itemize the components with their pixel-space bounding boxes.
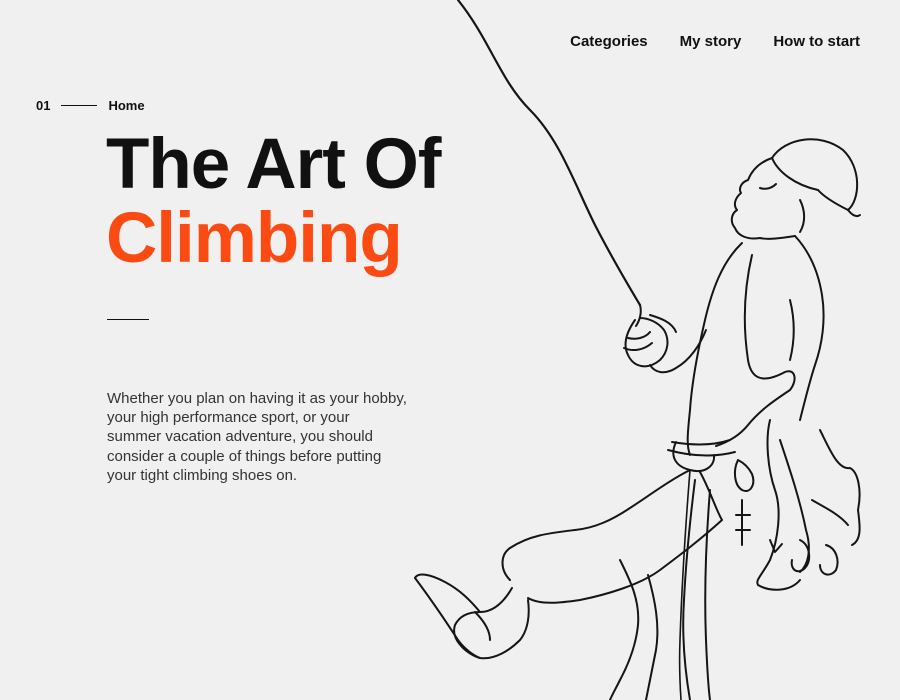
page-title-line-2: Climbing	[106, 199, 403, 278]
page-title-line-1: The Art Of	[106, 125, 441, 204]
main-nav: Categories My story How to start	[570, 33, 860, 50]
breadcrumb-number: 01	[36, 98, 51, 113]
intro-paragraph: Whether you plan on having it as your ho…	[107, 390, 407, 484]
nav-link-how-to-start[interactable]: How to start	[773, 33, 860, 50]
nav-link-categories[interactable]: Categories	[570, 33, 648, 50]
breadcrumb-divider	[61, 105, 98, 106]
breadcrumb-home-link[interactable]: Home	[108, 98, 144, 113]
nav-link-my-story[interactable]: My story	[680, 33, 742, 50]
page-title: The Art Of Climbing	[106, 125, 441, 278]
breadcrumb: 01 Home	[36, 98, 145, 113]
